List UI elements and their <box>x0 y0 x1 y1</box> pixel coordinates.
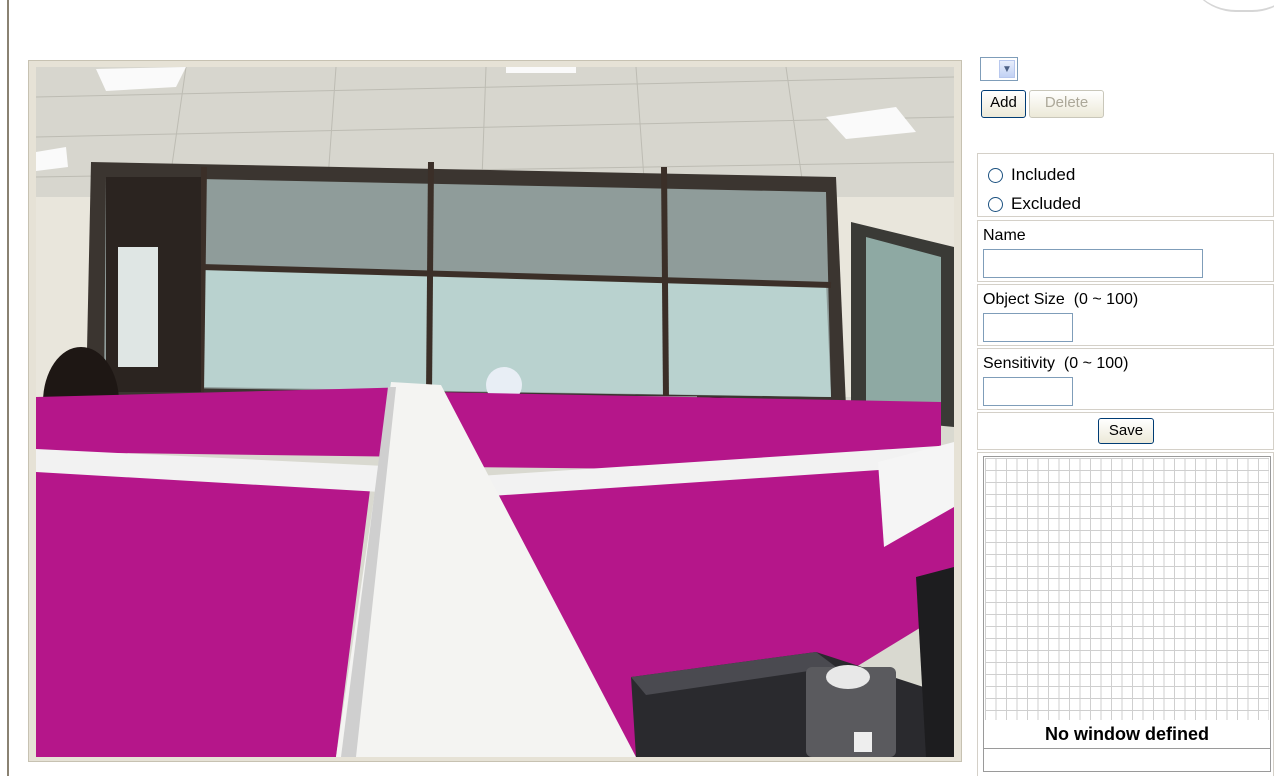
object-size-panel: Object Size (0 ~ 100) <box>977 284 1274 346</box>
delete-button: Delete <box>1029 90 1104 118</box>
grid-lines <box>985 458 1269 720</box>
window-type-panel: Included Excluded <box>977 153 1274 217</box>
office-scene-image <box>36 67 954 757</box>
name-field[interactable] <box>983 249 1203 278</box>
object-size-label: Object Size (0 ~ 100) <box>983 291 1139 308</box>
sensitivity-label: Sensitivity (0 ~ 100) <box>983 355 1129 372</box>
add-button[interactable]: Add <box>981 90 1026 118</box>
name-panel: Name <box>977 220 1274 282</box>
window-grid-panel: No window defined <box>977 452 1274 776</box>
included-option[interactable]: Included <box>988 164 1075 186</box>
page-left-border <box>7 0 9 776</box>
included-radio[interactable] <box>988 167 1003 183</box>
chevron-down-icon[interactable]: ▼ <box>999 60 1015 78</box>
object-size-field[interactable] <box>983 313 1073 342</box>
excluded-radio[interactable] <box>988 196 1003 212</box>
corner-decoration <box>1184 0 1274 12</box>
zone-select[interactable]: ▼ <box>980 57 1018 81</box>
sensitivity-field[interactable] <box>983 377 1073 406</box>
excluded-label: Excluded <box>1011 194 1081 213</box>
name-label: Name <box>983 227 1026 244</box>
camera-live-view[interactable] <box>36 67 954 757</box>
no-window-message: No window defined <box>1045 724 1209 744</box>
included-label: Included <box>1011 165 1076 184</box>
sensitivity-panel: Sensitivity (0 ~ 100) <box>977 348 1274 410</box>
save-button[interactable]: Save <box>1098 418 1154 444</box>
grid-divider <box>984 748 1270 749</box>
window-grid[interactable]: No window defined <box>983 456 1271 772</box>
camera-view-frame <box>28 60 962 762</box>
excluded-option[interactable]: Excluded <box>988 193 1081 215</box>
